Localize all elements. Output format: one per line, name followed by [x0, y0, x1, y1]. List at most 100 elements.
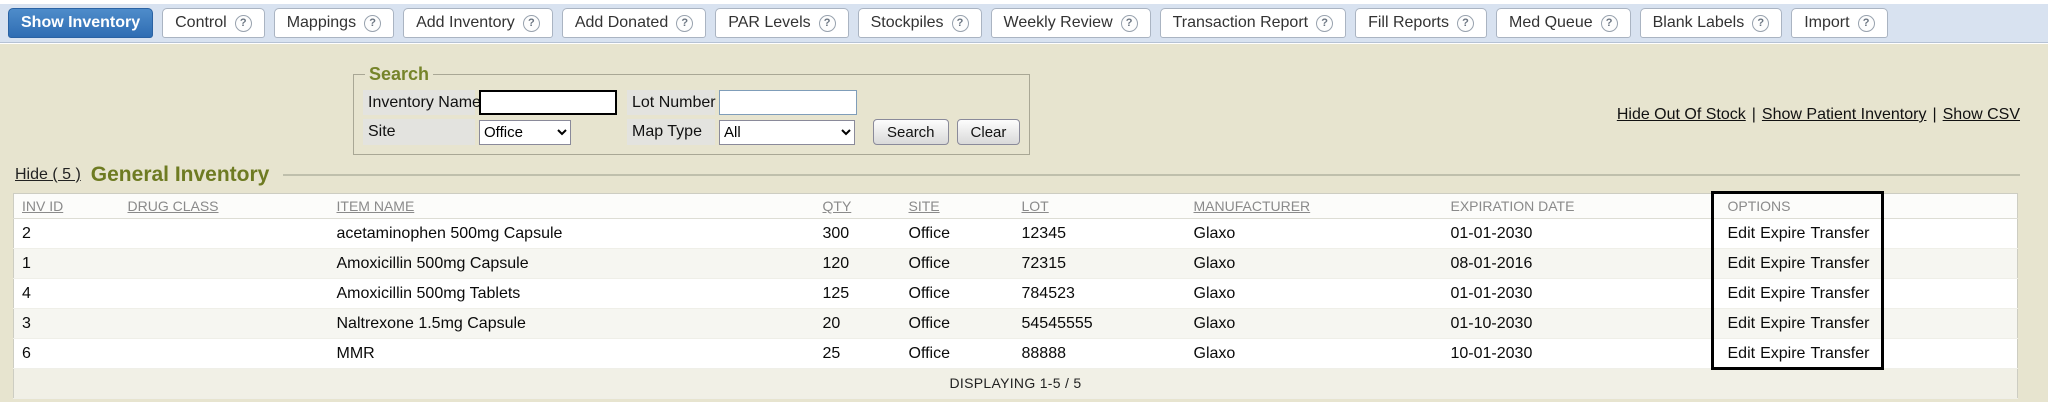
- table-row: 4Amoxicillin 500mg Tablets125Office78452…: [14, 279, 2018, 309]
- show-csv-link[interactable]: Show CSV: [1943, 106, 2020, 123]
- table-row: 2acetaminophen 500mg Capsule300Office123…: [14, 219, 2018, 249]
- edit-link[interactable]: Edit: [1728, 315, 1756, 332]
- tab-label: Transaction Report: [1173, 14, 1308, 32]
- help-icon[interactable]: ?: [1316, 15, 1333, 32]
- map-type-select[interactable]: All: [719, 120, 855, 145]
- inventory-table: INV IDDRUG CLASSITEM NAMEQTYSITELOTMANUF…: [13, 193, 2018, 399]
- cell-expiration-date: 01-10-2030: [1443, 309, 1720, 339]
- tab-stockpiles[interactable]: Stockpiles?: [858, 8, 982, 38]
- help-icon[interactable]: ?: [1121, 15, 1138, 32]
- cell-drug-class: [120, 279, 329, 309]
- search-button[interactable]: Search: [873, 119, 949, 145]
- tab-med-queue[interactable]: Med Queue?: [1496, 8, 1631, 38]
- cell-qty: 25: [815, 339, 901, 369]
- help-icon[interactable]: ?: [1601, 15, 1618, 32]
- cell-expiration-date: 01-01-2030: [1443, 279, 1720, 309]
- cell-site: Office: [901, 339, 1014, 369]
- help-icon[interactable]: ?: [1752, 15, 1769, 32]
- paging-status: DISPLAYING 1-5 / 5: [14, 369, 2018, 399]
- help-icon[interactable]: ?: [235, 15, 252, 32]
- hide-out-of-stock-link[interactable]: Hide Out Of Stock: [1617, 106, 1746, 123]
- cell-manufacturer: Glaxo: [1186, 249, 1443, 279]
- help-icon[interactable]: ?: [1457, 15, 1474, 32]
- search-form: Inventory Name Lot Number Site Office Ma…: [363, 90, 1020, 145]
- tab-label: Add Inventory: [416, 14, 515, 32]
- cell-options: EditExpire Transfer: [1720, 339, 2018, 369]
- edit-link[interactable]: Edit: [1728, 285, 1756, 302]
- cell-manufacturer: Glaxo: [1186, 279, 1443, 309]
- column-header-manufacturer[interactable]: MANUFACTURER: [1186, 194, 1443, 219]
- help-icon[interactable]: ?: [523, 15, 540, 32]
- expire-link[interactable]: Expire: [1760, 255, 1805, 272]
- map-type-label: Map Type: [627, 119, 715, 145]
- help-icon[interactable]: ?: [676, 15, 693, 32]
- cell-lot: 54545555: [1014, 309, 1186, 339]
- site-label: Site: [363, 119, 475, 145]
- clear-button[interactable]: Clear: [957, 119, 1021, 145]
- hide-count-link[interactable]: Hide ( 5 ): [15, 166, 81, 184]
- transfer-link[interactable]: Transfer: [1810, 315, 1869, 332]
- cell-inv-id: 2: [14, 219, 120, 249]
- expire-link[interactable]: Expire: [1760, 315, 1805, 332]
- inventory-name-input[interactable]: [479, 90, 617, 115]
- tab-control[interactable]: Control?: [162, 8, 265, 38]
- tab-label: Add Donated: [575, 14, 668, 32]
- cell-lot: 72315: [1014, 249, 1186, 279]
- edit-link[interactable]: Edit: [1728, 225, 1756, 242]
- tab-par-levels[interactable]: PAR Levels?: [715, 8, 848, 38]
- transfer-link[interactable]: Transfer: [1810, 345, 1869, 362]
- expire-link[interactable]: Expire: [1760, 225, 1805, 242]
- column-header-drug-class[interactable]: DRUG CLASS: [120, 194, 329, 219]
- search-buttons: Search Clear: [867, 119, 1020, 145]
- transfer-link[interactable]: Transfer: [1810, 225, 1869, 242]
- inventory-name-label: Inventory Name: [363, 90, 475, 115]
- table-row: 3Naltrexone 1.5mg Capsule20Office5454555…: [14, 309, 2018, 339]
- tab-fill-reports[interactable]: Fill Reports?: [1355, 8, 1487, 38]
- inventory-section-header: Hide ( 5 ) General Inventory: [15, 163, 2020, 187]
- site-select[interactable]: Office: [479, 120, 571, 145]
- tab-transaction-report[interactable]: Transaction Report?: [1160, 8, 1346, 38]
- transfer-link[interactable]: Transfer: [1810, 255, 1869, 272]
- cell-site: Office: [901, 249, 1014, 279]
- tab-mappings[interactable]: Mappings?: [274, 8, 394, 38]
- tab-weekly-review[interactable]: Weekly Review?: [991, 8, 1151, 38]
- tab-import[interactable]: Import?: [1791, 8, 1887, 38]
- tab-label: Fill Reports: [1368, 14, 1449, 32]
- expire-link[interactable]: Expire: [1760, 345, 1805, 362]
- expire-link[interactable]: Expire: [1760, 285, 1805, 302]
- cell-qty: 20: [815, 309, 901, 339]
- tab-bar: Show InventoryControl?Mappings?Add Inven…: [0, 4, 2048, 43]
- help-icon[interactable]: ?: [952, 15, 969, 32]
- help-icon[interactable]: ?: [1858, 15, 1875, 32]
- link-separator: |: [1932, 106, 1936, 123]
- tab-show-inventory[interactable]: Show Inventory: [8, 8, 153, 38]
- column-header-qty[interactable]: QTY: [815, 194, 901, 219]
- search-legend: Search: [365, 64, 433, 85]
- tab-label: Control: [175, 14, 227, 32]
- page: Show InventoryControl?Mappings?Add Inven…: [0, 0, 2048, 402]
- help-icon[interactable]: ?: [819, 15, 836, 32]
- cell-inv-id: 6: [14, 339, 120, 369]
- content-area: Search Inventory Name Lot Number Site Of…: [0, 44, 2048, 402]
- show-patient-inventory-link[interactable]: Show Patient Inventory: [1762, 106, 1927, 123]
- tab-add-inventory[interactable]: Add Inventory?: [403, 8, 553, 38]
- cell-site: Office: [901, 279, 1014, 309]
- edit-link[interactable]: Edit: [1728, 255, 1756, 272]
- tab-label: Blank Labels: [1653, 14, 1745, 32]
- help-icon[interactable]: ?: [364, 15, 381, 32]
- tab-add-donated[interactable]: Add Donated?: [562, 8, 706, 38]
- column-header-item-name[interactable]: ITEM NAME: [329, 194, 815, 219]
- cell-manufacturer: Glaxo: [1186, 219, 1443, 249]
- table-body: 2acetaminophen 500mg Capsule300Office123…: [14, 219, 2018, 369]
- cell-options: EditExpire Transfer: [1720, 249, 2018, 279]
- column-header-site[interactable]: SITE: [901, 194, 1014, 219]
- lot-number-input[interactable]: [719, 90, 857, 115]
- column-header-lot[interactable]: LOT: [1014, 194, 1186, 219]
- cell-options: EditExpire Transfer: [1720, 279, 2018, 309]
- transfer-link[interactable]: Transfer: [1810, 285, 1869, 302]
- edit-link[interactable]: Edit: [1728, 345, 1756, 362]
- inventory-table-wrap: INV IDDRUG CLASSITEM NAMEQTYSITELOTMANUF…: [13, 193, 2018, 399]
- tab-blank-labels[interactable]: Blank Labels?: [1640, 8, 1783, 38]
- cell-item-name: Amoxicillin 500mg Tablets: [329, 279, 815, 309]
- column-header-inv-id[interactable]: INV ID: [14, 194, 120, 219]
